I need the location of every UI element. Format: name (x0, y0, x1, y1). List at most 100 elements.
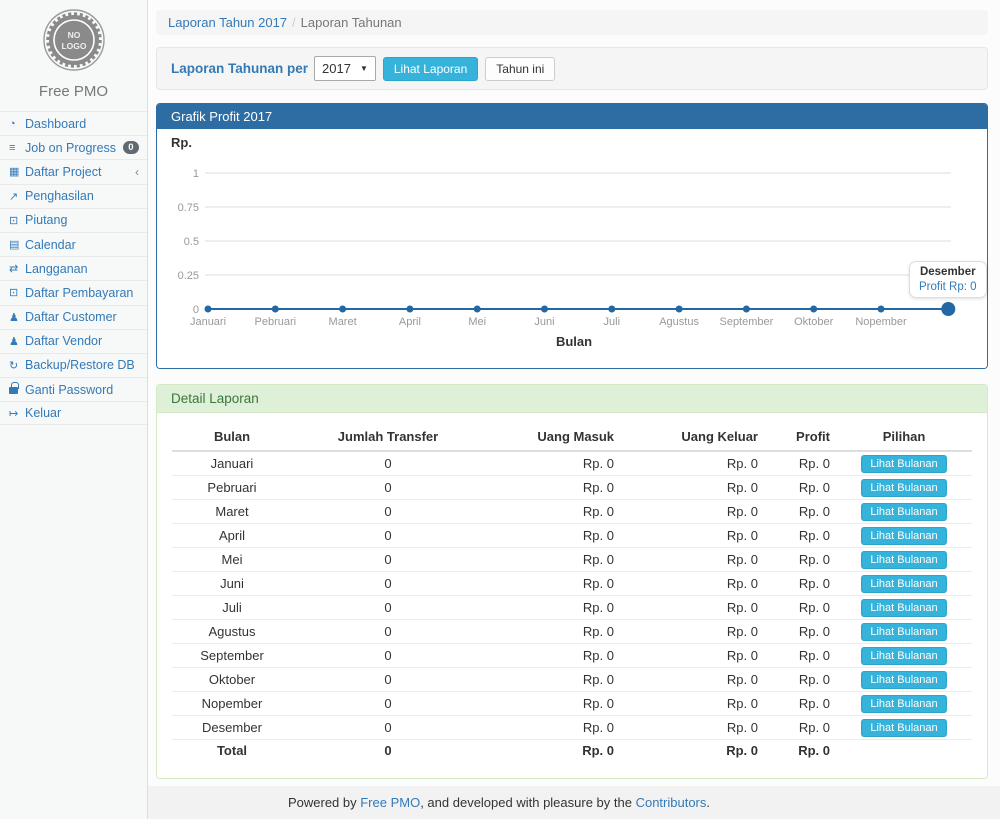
column-header-jumlah-transfer: Jumlah Transfer (292, 423, 484, 451)
cell-bulan: Oktober (172, 668, 292, 692)
sidebar-item-penghasilan[interactable]: ↗Penghasilan (0, 184, 147, 208)
svg-text:LOGO: LOGO (61, 41, 86, 51)
tooltip-month: Desember (919, 266, 977, 278)
sidebar-item-label: Job on Progress (25, 141, 116, 155)
sidebar-item-ganti-password[interactable]: Ganti Password (0, 377, 147, 401)
sidebar-item-piutang[interactable]: ⊡Piutang (0, 208, 147, 232)
svg-text:Oktober: Oktober (794, 316, 833, 328)
cell-profit: Rp. 0 (764, 524, 836, 548)
lihat-laporan-button[interactable]: Lihat Laporan (383, 57, 478, 81)
cell-bulan: September (172, 644, 292, 668)
cell-uang-masuk: Rp. 0 (484, 668, 620, 692)
svg-text:Rp.: Rp. (171, 135, 192, 150)
sidebar-item-calendar[interactable]: ▤Calendar (0, 232, 147, 256)
profit-chart-panel: Grafik Profit 2017 Rp.10.750.50.250Janua… (156, 103, 988, 369)
cell-jumlah-transfer: 0 (292, 500, 484, 524)
footer-link-contributors[interactable]: Contributors (636, 795, 707, 810)
cell-bulan: Maret (172, 500, 292, 524)
footer-link-freepmo[interactable]: Free PMO (360, 795, 420, 810)
sidebar-item-langganan[interactable]: ⇄Langganan (0, 256, 147, 280)
svg-text:1: 1 (193, 168, 199, 180)
lihat-bulanan-button[interactable]: Lihat Bulanan (861, 527, 946, 545)
lihat-bulanan-button[interactable]: Lihat Bulanan (861, 719, 946, 737)
cell-jumlah-transfer: 0 (292, 451, 484, 476)
breadcrumb: Laporan Tahun 2017/Laporan Tahunan (156, 10, 988, 35)
cell-jumlah-transfer: 0 (292, 644, 484, 668)
cell-bulan: Total (172, 740, 292, 761)
lihat-bulanan-button[interactable]: Lihat Bulanan (861, 455, 946, 473)
cell-profit: Rp. 0 (764, 500, 836, 524)
sidebar-item-backup-restore-db[interactable]: ↻Backup/Restore DB (0, 353, 147, 377)
sidebar-item-daftar-vendor[interactable]: ♟Daftar Vendor (0, 329, 147, 353)
sidebar-item-label: Ganti Password (25, 383, 113, 397)
chevron-left-icon: ‹ (135, 165, 139, 179)
cell-uang-keluar: Rp. 0 (620, 692, 764, 716)
cell-pilihan: Lihat Bulanan (836, 668, 972, 692)
lihat-bulanan-button[interactable]: Lihat Bulanan (861, 479, 946, 497)
svg-text:Agustus: Agustus (659, 316, 699, 328)
lihat-bulanan-button[interactable]: Lihat Bulanan (861, 671, 946, 689)
cell-jumlah-transfer: 0 (292, 596, 484, 620)
breadcrumb-separator: / (292, 15, 296, 30)
table-header-row: BulanJumlah TransferUang MasukUang Kelua… (172, 423, 972, 451)
sign-out-icon: ↦ (9, 407, 25, 420)
sidebar-item-job-on-progress[interactable]: ≡Job on Progress0 (0, 135, 147, 159)
cell-pilihan: Lihat Bulanan (836, 451, 972, 476)
sidebar-item-label: Daftar Pembayaran (25, 286, 133, 300)
cell-uang-masuk: Rp. 0 (484, 620, 620, 644)
footer: Powered by Free PMO, and developed with … (148, 786, 1000, 819)
cell-uang-masuk: Rp. 0 (484, 500, 620, 524)
svg-text:Januari: Januari (190, 316, 226, 328)
sidebar-item-label: Daftar Customer (25, 310, 117, 324)
year-select[interactable]: 2017 ▼ (314, 56, 376, 81)
footer-middle: , and developed with pleasure by the (420, 795, 635, 810)
cell-uang-masuk: Rp. 0 (484, 548, 620, 572)
cell-uang-masuk: Rp. 0 (484, 716, 620, 740)
cell-jumlah-transfer: 0 (292, 524, 484, 548)
svg-text:Mei: Mei (468, 316, 486, 328)
lihat-bulanan-button[interactable]: Lihat Bulanan (861, 647, 946, 665)
table-row: Januari0Rp. 0Rp. 0Rp. 0Lihat Bulanan (172, 451, 972, 476)
cell-uang-keluar: Rp. 0 (620, 668, 764, 692)
sidebar-item-daftar-project[interactable]: ▦Daftar Project‹ (0, 159, 147, 183)
lihat-bulanan-button[interactable]: Lihat Bulanan (861, 623, 946, 641)
svg-text:0: 0 (193, 304, 199, 316)
cell-uang-keluar: Rp. 0 (620, 500, 764, 524)
sidebar-item-dashboard[interactable]: ◔Dashboard (0, 111, 147, 135)
table-row: Mei0Rp. 0Rp. 0Rp. 0Lihat Bulanan (172, 548, 972, 572)
cell-bulan: Nopember (172, 692, 292, 716)
cell-uang-masuk: Rp. 0 (484, 524, 620, 548)
column-header-uang-masuk: Uang Masuk (484, 423, 620, 451)
lihat-bulanan-button[interactable]: Lihat Bulanan (861, 695, 946, 713)
sidebar-item-daftar-pembayaran[interactable]: ⊡Daftar Pembayaran (0, 280, 147, 304)
svg-text:Pebruari: Pebruari (255, 316, 297, 328)
refresh-icon: ↻ (9, 359, 25, 372)
lihat-bulanan-button[interactable]: Lihat Bulanan (861, 599, 946, 617)
cell-profit: Rp. 0 (764, 596, 836, 620)
sidebar-item-keluar[interactable]: ↦Keluar (0, 401, 147, 425)
cell-jumlah-transfer: 0 (292, 476, 484, 500)
tahun-ini-button[interactable]: Tahun ini (485, 57, 555, 81)
cell-pilihan: Lihat Bulanan (836, 548, 972, 572)
sidebar-menu: ◔Dashboard≡Job on Progress0▦Daftar Proje… (0, 111, 147, 425)
logo-area: NO LOGO Free PMO (0, 0, 147, 111)
chart-panel-title: Grafik Profit 2017 (157, 104, 987, 129)
column-header-profit: Profit (764, 423, 836, 451)
lihat-bulanan-button[interactable]: Lihat Bulanan (861, 503, 946, 521)
sidebar-item-label: Keluar (25, 406, 61, 420)
lihat-bulanan-button[interactable]: Lihat Bulanan (861, 575, 946, 593)
cell-profit: Rp. 0 (764, 668, 836, 692)
sidebar-item-daftar-customer[interactable]: ♟Daftar Customer (0, 305, 147, 329)
calendar-icon: ▤ (9, 238, 25, 251)
table-row: April0Rp. 0Rp. 0Rp. 0Lihat Bulanan (172, 524, 972, 548)
cell-uang-keluar: Rp. 0 (620, 716, 764, 740)
line-chart-icon: ↗ (9, 190, 25, 203)
chart-body: Rp.10.750.50.250JanuariPebruariMaretApri… (157, 129, 987, 368)
cell-uang-masuk: Rp. 0 (484, 451, 620, 476)
cell-profit: Rp. 0 (764, 451, 836, 476)
cell-uang-keluar: Rp. 0 (620, 644, 764, 668)
breadcrumb-link[interactable]: Laporan Tahun 2017 (168, 15, 287, 30)
caret-down-icon: ▼ (360, 64, 368, 73)
lihat-bulanan-button[interactable]: Lihat Bulanan (861, 551, 946, 569)
column-header-pilihan: Pilihan (836, 423, 972, 451)
